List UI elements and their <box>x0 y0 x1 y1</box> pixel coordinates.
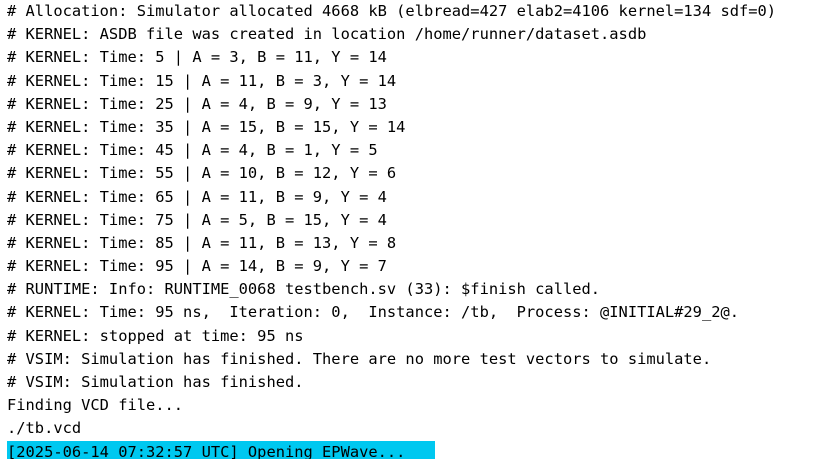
log-line: # KERNEL: Time: 25 | A = 4, B = 9, Y = 1… <box>7 94 387 113</box>
log-line: # KERNEL: Time: 95 | A = 14, B = 9, Y = … <box>7 257 387 276</box>
log-line: # KERNEL: Time: 65 | A = 11, B = 9, Y = … <box>7 187 387 206</box>
log-line: ./tb.vcd <box>7 419 82 438</box>
log-line: # KERNEL: Time: 45 | A = 4, B = 1, Y = 5 <box>7 141 378 160</box>
log-line: # VSIM: Simulation has finished. <box>7 373 304 391</box>
log-line: # KERNEL: Time: 75 | A = 5, B = 15, Y = … <box>7 210 387 229</box>
log-line: # Allocation: Simulator allocated 4668 k… <box>7 2 777 20</box>
log-line: # VSIM: Simulation has finished. There a… <box>7 349 712 368</box>
terminal-output[interactable]: # Allocation: Simulator allocated 4668 k… <box>0 0 839 459</box>
terminal-lines: # Allocation: Simulator allocated 4668 k… <box>7 0 776 459</box>
log-line: # KERNEL: Time: 35 | A = 15, B = 15, Y =… <box>7 117 406 136</box>
log-line: # KERNEL: Time: 95 ns, Iteration: 0, Ins… <box>7 303 740 322</box>
log-line: # KERNEL: Time: 15 | A = 11, B = 3, Y = … <box>7 71 397 90</box>
log-line: # KERNEL: Time: 5 | A = 3, B = 11, Y = 1… <box>7 48 387 67</box>
log-line: # KERNEL: Time: 85 | A = 11, B = 13, Y =… <box>7 233 397 252</box>
log-line: # KERNEL: ASDB file was created in locat… <box>7 25 647 44</box>
log-line: Finding VCD file... <box>7 396 184 415</box>
epwave-status-line: [2025-06-14 07:32:57 UTC] Opening EPWave… <box>7 440 436 459</box>
log-line: # RUNTIME: Info: RUNTIME_0068 testbench.… <box>7 280 601 299</box>
log-line: # KERNEL: Time: 55 | A = 10, B = 12, Y =… <box>7 164 397 183</box>
log-line: # KERNEL: stopped at time: 95 ns <box>7 326 304 345</box>
